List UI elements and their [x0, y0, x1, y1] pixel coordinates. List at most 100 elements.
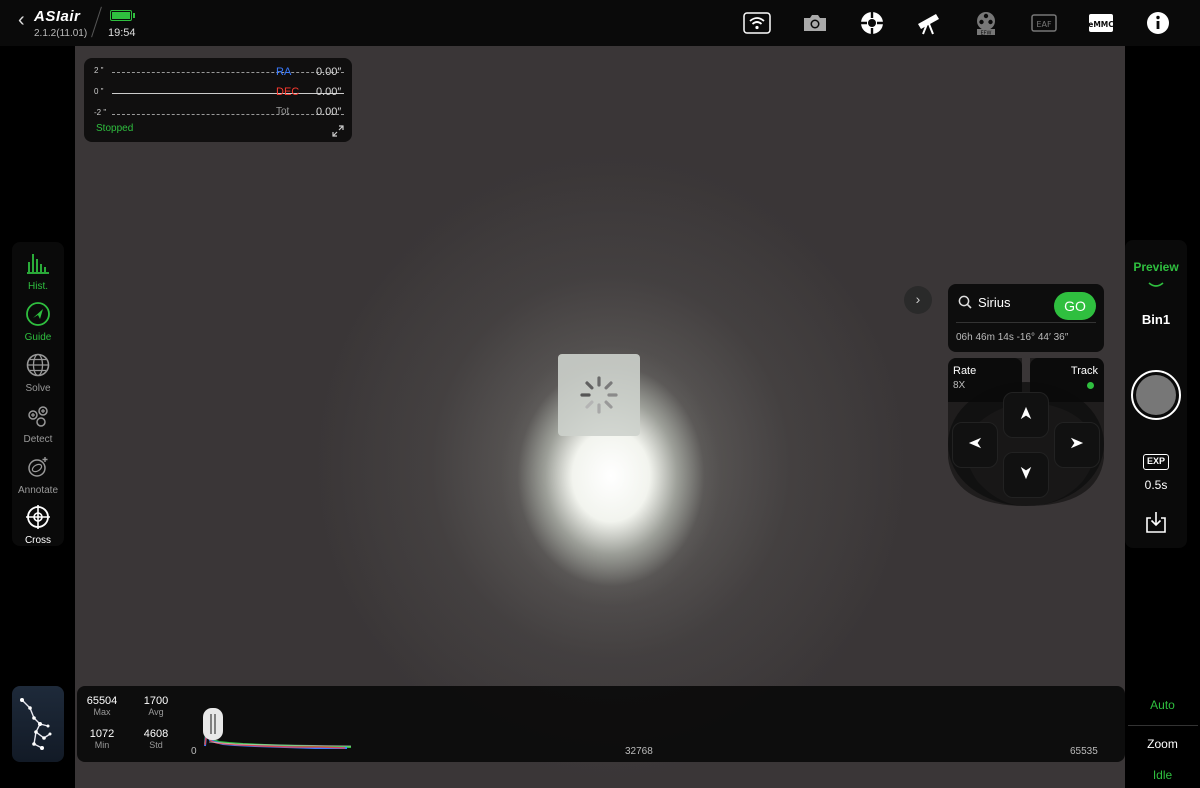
- guide-graph: 2 " 0 " -2 " RA 0.00″ DEC 0.00″ Tot 0.00…: [84, 58, 352, 142]
- divider: [91, 6, 102, 38]
- save-download-icon[interactable]: [1144, 510, 1168, 534]
- panel-toggle-chevron-icon[interactable]: ›: [904, 286, 932, 314]
- tot-label: Tot: [276, 106, 290, 117]
- stat-min-label: Min: [94, 740, 110, 750]
- guide-icon: [26, 302, 50, 326]
- guide-tick-bottom: -2 ": [94, 108, 107, 117]
- stat-min: 1072 Min: [77, 728, 127, 750]
- axis-label-max: 65535: [1070, 746, 1098, 757]
- move-south-button[interactable]: [1003, 452, 1049, 498]
- axis-label-min: 0: [191, 746, 197, 757]
- app-logo: ASIair: [34, 8, 81, 25]
- tool-guide[interactable]: Guide: [12, 297, 64, 347]
- stat-std-label: Std: [149, 740, 163, 750]
- stat-std-value: 4608: [143, 728, 169, 740]
- expand-icon[interactable]: [332, 124, 344, 137]
- move-north-button[interactable]: [1003, 392, 1049, 438]
- tool-solve-label: Solve: [25, 383, 51, 394]
- sky-map-button[interactable]: [12, 686, 64, 762]
- stat-avg-value: 1700: [143, 695, 169, 707]
- clock: 19:54: [108, 27, 136, 39]
- guide-tick-mid: 0 ": [94, 87, 104, 96]
- wifi-icon[interactable]: [743, 10, 771, 36]
- ra-value: 0.00″: [316, 66, 342, 78]
- guide-tick-top: 2 ": [94, 66, 104, 75]
- move-east-button[interactable]: [1054, 422, 1100, 468]
- zoom-button[interactable]: Zoom: [1125, 737, 1200, 751]
- eaf-icon[interactable]: EAF: [1030, 10, 1058, 36]
- loading-spinner: [558, 354, 640, 436]
- histogram-icon: [27, 254, 49, 274]
- back-chevron-icon[interactable]: ‹: [18, 10, 32, 32]
- search-icon: [958, 295, 972, 309]
- filter-wheel-icon[interactable]: EFW: [972, 10, 1000, 37]
- tool-hist[interactable]: Hist.: [12, 246, 64, 296]
- rate-label: Rate: [953, 365, 977, 377]
- tool-annotate-label: Annotate: [17, 485, 59, 496]
- annotate-icon: [28, 457, 48, 477]
- top-bar: ‹ ASIair 2.1.2(11.01) 19:54 EFW EAF eMMC: [0, 0, 1200, 46]
- dec-value: 0.00″: [316, 86, 342, 98]
- guide-zero-line: [112, 93, 344, 94]
- chevron-down-icon[interactable]: [1148, 276, 1164, 287]
- mount-control: Rate 8X Track: [948, 358, 1104, 506]
- target-coordinates: 06h 46m 14s -16° 44′ 36″: [956, 332, 1069, 343]
- left-toolbar: Hist. Guide Solve Detect Annotate Cross: [12, 242, 64, 546]
- histogram-black-point-slider[interactable]: [203, 708, 223, 740]
- track-label: Track: [1070, 365, 1098, 377]
- stat-max-label: Max: [93, 707, 111, 717]
- emmc-icon[interactable]: eMMC: [1087, 10, 1115, 36]
- guide-gridline: [112, 72, 344, 73]
- tool-cross-label: Cross: [24, 535, 52, 546]
- rate-value: 8X: [953, 380, 966, 391]
- guide-scope-icon[interactable]: [858, 10, 886, 36]
- stat-min-value: 1072: [89, 728, 115, 740]
- detect-icon: [28, 406, 48, 427]
- svg-text:EAF: EAF: [1036, 20, 1052, 29]
- shutter-button[interactable]: [1131, 370, 1181, 420]
- stat-max: 65504 Max: [77, 695, 127, 717]
- tool-annotate[interactable]: Annotate: [12, 450, 64, 500]
- stat-avg: 1700 Avg: [131, 695, 181, 717]
- tool-solve[interactable]: Solve: [12, 348, 64, 398]
- stat-std: 4608 Std: [131, 728, 181, 750]
- exposure-value[interactable]: 0.5s: [1125, 478, 1187, 492]
- histogram-panel: 65504 Max 1700 Avg 1072 Min 4608 Std 0 3…: [77, 686, 1125, 762]
- telescope-icon[interactable]: [914, 10, 942, 36]
- camera-icon[interactable]: [801, 10, 829, 36]
- stat-avg-label: Avg: [148, 707, 164, 717]
- crosshair-icon: [26, 505, 50, 529]
- app-version: 2.1.2(11.01): [34, 28, 88, 39]
- info-icon[interactable]: [1144, 10, 1172, 36]
- ra-label: RA: [276, 66, 292, 78]
- bin-selector[interactable]: Bin1: [1125, 312, 1187, 327]
- constellation-icon: [20, 698, 52, 750]
- exposure-icon[interactable]: EXP: [1143, 454, 1169, 470]
- tool-hist-label: Hist.: [28, 281, 48, 292]
- arrow-down-icon: [1020, 466, 1032, 480]
- goto-button[interactable]: GO: [1054, 292, 1096, 320]
- guide-status: Stopped: [96, 123, 134, 134]
- guide-gridline: [112, 114, 344, 115]
- capture-panel: Preview Bin1 EXP 0.5s: [1125, 240, 1187, 548]
- goto-panel: Sirius GO 06h 46m 14s -16° 44′ 36″: [948, 284, 1104, 352]
- globe-icon: [26, 353, 50, 377]
- tot-value: 0.00″: [316, 106, 342, 118]
- svg-text:eMMC: eMMC: [1088, 20, 1114, 29]
- status-idle: Idle: [1152, 768, 1173, 782]
- tool-detect-label: Detect: [23, 434, 53, 445]
- arrow-right-icon: [1070, 437, 1084, 449]
- spinner-icon: [580, 376, 618, 414]
- battery-icon: [110, 10, 135, 21]
- tool-detect[interactable]: Detect: [12, 399, 64, 449]
- tool-cross[interactable]: Cross: [12, 500, 64, 550]
- mode-preview-label[interactable]: Preview: [1125, 260, 1187, 274]
- arrow-up-icon: [1020, 406, 1032, 420]
- axis-label-mid: 32768: [625, 746, 653, 757]
- goto-target-input[interactable]: Sirius: [978, 295, 1011, 310]
- arrow-left-icon: [968, 437, 982, 449]
- auto-stretch-button[interactable]: Auto: [1125, 698, 1200, 712]
- move-west-button[interactable]: [952, 422, 998, 468]
- divider: [1128, 725, 1198, 726]
- dec-label: DEC: [276, 86, 300, 98]
